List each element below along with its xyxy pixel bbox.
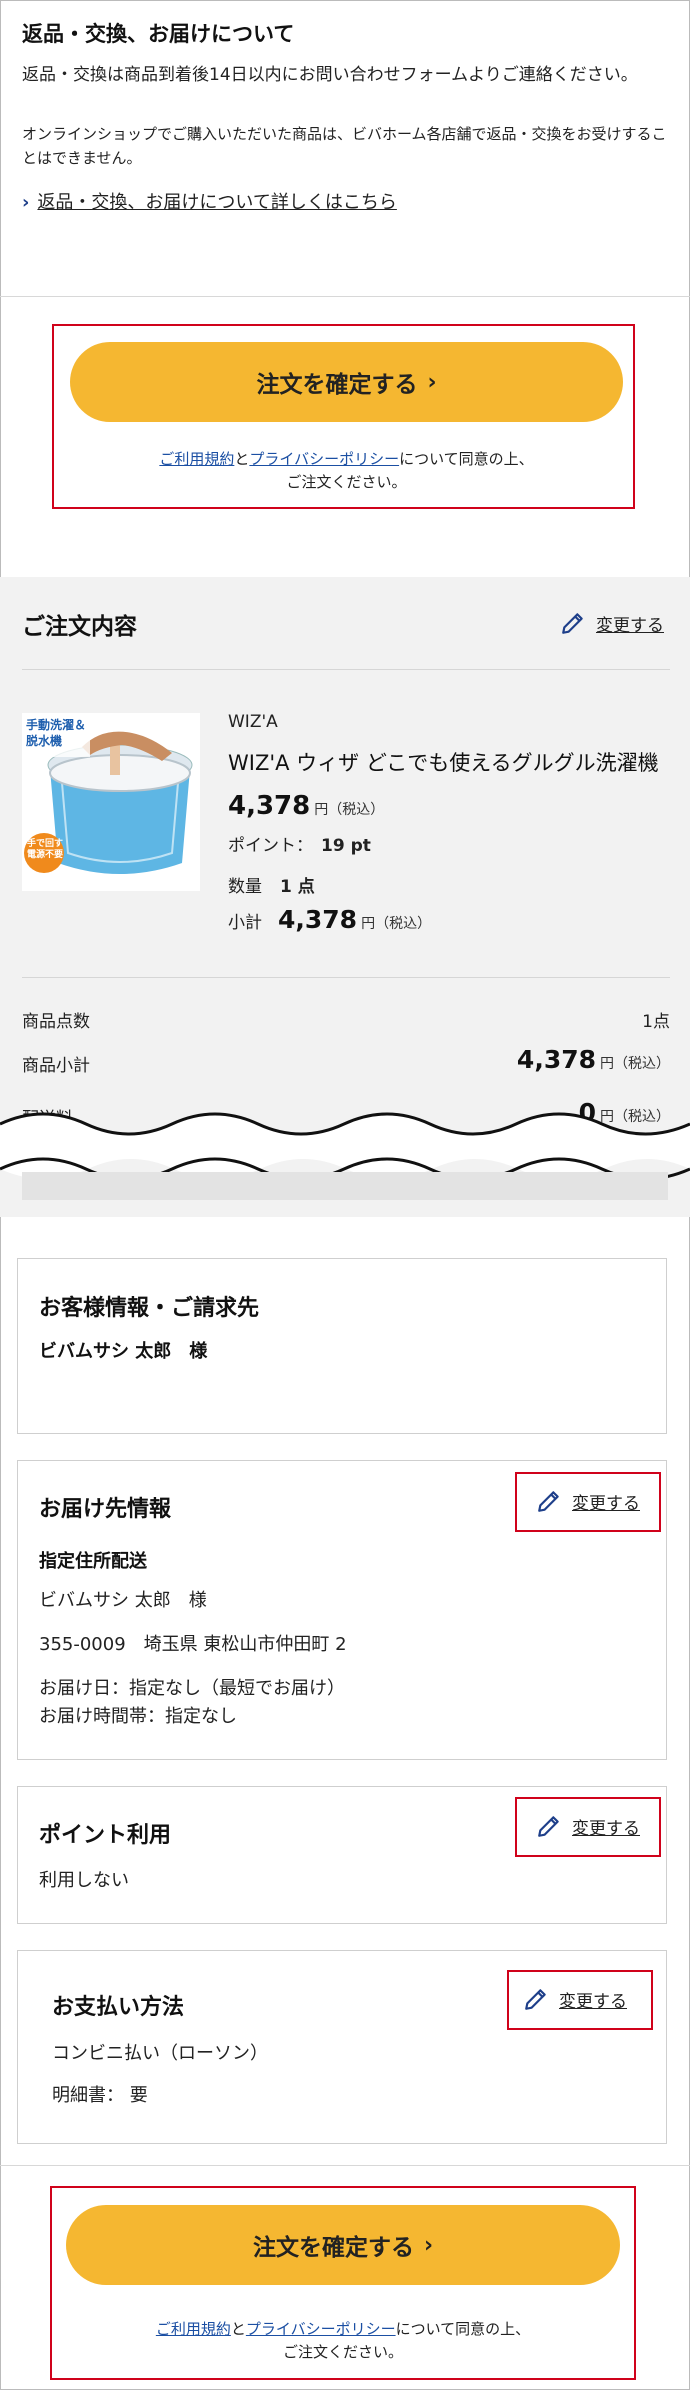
- pencil-icon: [538, 1491, 559, 1512]
- items-subtotal-amount: 4,378 円（税込）: [517, 1045, 670, 1074]
- product-name[interactable]: WIZ'A ウィザ どこでも使えるグルグル洗濯機: [228, 747, 659, 777]
- items-subtotal-unit: 円（税込）: [600, 1056, 670, 1072]
- agree-line-2: ご注文ください。: [282, 2343, 403, 2361]
- divider: [22, 977, 670, 978]
- divider: [0, 296, 690, 297]
- and-text: と: [230, 2320, 246, 2338]
- delivery-date: お届け日：指定なし（最短でお届け）: [39, 1678, 345, 1699]
- returns-details-link-label: 返品・交換、お届けについて詳しくはこちら: [37, 192, 397, 213]
- payment-statement: 明細書： 要: [52, 2085, 148, 2106]
- product-brand: WIZ'A: [228, 712, 278, 732]
- payment-change-label: 変更する: [559, 1991, 627, 2012]
- agree-tail-text: について同意の上、: [395, 2320, 531, 2338]
- order-summary-title: ご注文内容: [22, 614, 137, 640]
- order-summary: ご注文内容 変更する 手動洗濯＆脱水機 手で回す電源不要 WIZ'A WIZ'A…: [0, 577, 690, 1217]
- points-usage-title: ポイント利用: [39, 1823, 172, 1848]
- order-change-link[interactable]: 変更する: [560, 610, 664, 636]
- items-subtotal-value: 4,378: [516, 1045, 596, 1074]
- payment-method-value: コンビニ払い（ローソン）: [52, 2043, 268, 2064]
- quantity-label: 数量: [228, 877, 262, 897]
- returns-text-2: オンラインショップでご購入いただいた商品は、ビバホーム各店舗で返品・交換をお受け…: [22, 125, 667, 167]
- product-points: ポイント： 19 pt: [228, 831, 371, 856]
- delivery-change-link[interactable]: 変更する: [536, 1488, 640, 1514]
- item-count-value: 1点: [642, 1012, 670, 1032]
- returns-details-link[interactable]: › 返品・交換、お届けについて詳しくはこちら: [22, 188, 397, 214]
- payment-change-link[interactable]: 変更する: [523, 1986, 627, 2012]
- item-count-label: 商品点数: [22, 1012, 90, 1032]
- customer-info-title: お客様情報・ご請求先: [39, 1296, 260, 1321]
- product-quantity: 数量 1 点: [228, 872, 315, 897]
- pencil-icon: [562, 613, 583, 634]
- delivery-name: ビバムサシ 太郎 様: [39, 1590, 207, 1611]
- divider: [0, 2165, 690, 2166]
- terms-link[interactable]: ご利用規約: [156, 2320, 231, 2338]
- subtotal-unit: 円（税込）: [361, 916, 432, 932]
- delivery-time: お届け時間帯：指定なし: [39, 1706, 237, 1727]
- agreement-text-top: ご利用規約とプライバシーポリシーについて同意の上、 ご注文ください。: [70, 448, 623, 494]
- privacy-policy-link[interactable]: プライバシーポリシー: [246, 2320, 396, 2338]
- delivery-method: 指定住所配送: [39, 1551, 147, 1572]
- product-image[interactable]: 手動洗濯＆脱水機 手で回す電源不要: [22, 713, 200, 891]
- payment-method-title: お支払い方法: [52, 1995, 185, 2020]
- product-image-badge: 手で回す電源不要: [27, 839, 64, 860]
- delivery-info-title: お届け先情報: [39, 1497, 172, 1522]
- price-unit: 円（税込）: [314, 802, 385, 818]
- subtotal-label: 小計: [228, 913, 262, 933]
- agree-tail-text: について同意の上、: [399, 450, 534, 468]
- points-label: ポイント：: [228, 836, 313, 856]
- agreement-text-bottom: ご利用規約とプライバシーポリシーについて同意の上、 ご注文ください。: [66, 2318, 620, 2364]
- pencil-icon: [538, 1816, 559, 1837]
- pencil-icon: [525, 1989, 546, 2010]
- returns-title: 返品・交換、お届けについて: [22, 22, 295, 46]
- points-value: 19 pt: [321, 836, 371, 856]
- delivery-address: 355-0009 埼玉県 東松山市仲田町 2: [39, 1634, 347, 1655]
- divider: [22, 669, 670, 670]
- product-image-text: 手動洗濯＆脱水機: [26, 718, 87, 748]
- privacy-policy-link[interactable]: プライバシーポリシー: [249, 450, 399, 468]
- customer-name: ビバムサシ 太郎 様: [39, 1341, 208, 1362]
- confirm-order-button-top[interactable]: 注文を確定する ›: [70, 342, 623, 422]
- customer-info-card: お客様情報・ご請求先 ビバムサシ 太郎 様: [17, 1258, 667, 1434]
- points-usage-value: 利用しない: [39, 1870, 129, 1891]
- points-change-link[interactable]: 変更する: [536, 1813, 640, 1839]
- returns-text-1: 返品・交換は商品到着後14日以内にお問い合わせフォームよりご連絡ください。: [22, 65, 638, 85]
- chevron-right-icon: ›: [22, 192, 30, 213]
- confirm-order-label: 注文を確定する: [256, 372, 418, 398]
- confirm-order-button-bottom[interactable]: 注文を確定する ›: [66, 2205, 620, 2285]
- cut-wave-divider: [0, 1112, 690, 1200]
- chevron-right-icon: ›: [427, 369, 437, 395]
- price-value: 4,378: [228, 791, 311, 821]
- product-subtotal: 小計 4,378 円（税込）: [228, 905, 431, 934]
- quantity-value: 1 点: [280, 877, 315, 897]
- points-change-label: 変更する: [572, 1818, 640, 1839]
- subtotal-value: 4,378: [278, 905, 358, 934]
- items-subtotal-label: 商品小計: [22, 1056, 90, 1076]
- agree-line-2: ご注文ください。: [286, 473, 407, 491]
- and-text: と: [234, 450, 250, 468]
- terms-link[interactable]: ご利用規約: [159, 450, 234, 468]
- delivery-change-label: 変更する: [572, 1493, 640, 1514]
- returns-section: 返品・交換、お届けについて 返品・交換は商品到着後14日以内にお問い合わせフォー…: [0, 0, 690, 296]
- order-change-label: 変更する: [596, 615, 664, 636]
- confirm-order-label: 注文を確定する: [252, 2235, 414, 2261]
- product-price: 4,378 円（税込）: [228, 791, 384, 821]
- chevron-right-icon: ›: [423, 2232, 434, 2258]
